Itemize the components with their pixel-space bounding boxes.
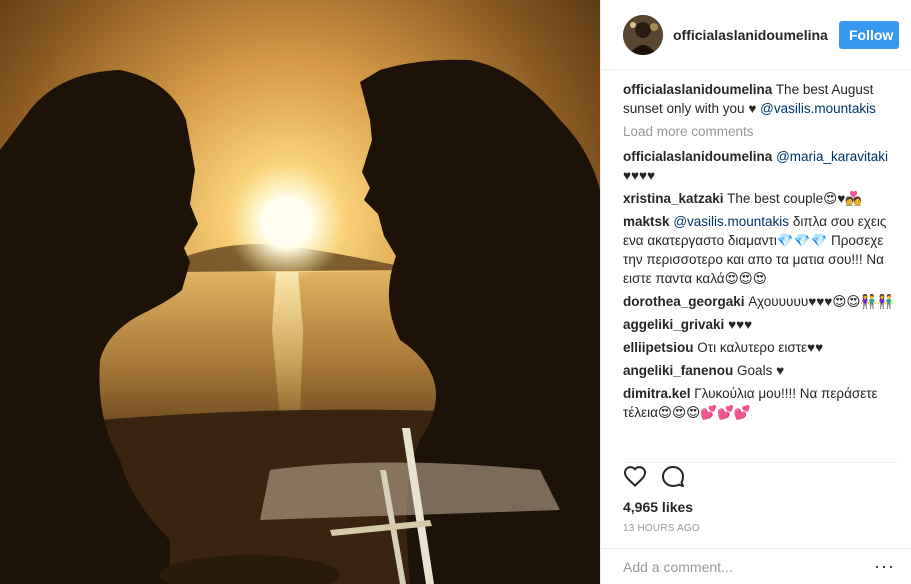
comment-mention[interactable]: @vasilis.mountakis [673,214,789,229]
post-caption: officialaslanidoumelina The best August … [623,80,899,118]
caption-username[interactable]: officialaslanidoumelina [623,82,772,97]
comment-username[interactable]: aggeliki_grivaki [623,317,724,332]
comment-text: Goals ♥ [737,363,785,378]
comment-mention[interactable]: @maria_karavitaki [776,149,888,164]
comment-text: ♥♥♥ [728,317,753,332]
comment-text: Οτι καλυτερο ειστε♥♥ [697,340,824,355]
action-icons [623,465,899,491]
comment-username[interactable]: elliipetsiou [623,340,694,355]
caption-mention[interactable]: @vasilis.mountakis [760,101,876,116]
comment-username[interactable]: angeliki_fanenou [623,363,733,378]
post-actions: 4,965 likes 13 HOURS AGO [623,462,899,534]
comments-list: officialaslanidoumelina The best August … [623,80,899,458]
speech-bubble-icon[interactable] [661,465,685,492]
post-side-panel: officialaslanidoumelina Follow officiala… [600,0,911,584]
comment-item: xristina_katzaki The best couple😍♥💑 [623,189,899,208]
comment-text: The best couple😍♥💑 [727,191,863,206]
heart-icon[interactable] [623,465,647,492]
sunset-couple-photo [0,0,600,584]
comment-item: dimitra.kel Γλυκούλια μου!!!! Να περάσετ… [623,384,899,422]
comment-item: aggeliki_grivaki ♥♥♥ [623,315,899,334]
comment-item: officialaslanidoumelina @maria_karavitak… [623,147,899,185]
speech-bubble-icon-svg [662,465,684,487]
comment-username[interactable]: dorothea_georgaki [623,294,745,309]
post-author-username[interactable]: officialaslanidoumelina [673,27,839,43]
load-more-comments-link[interactable]: Load more comments [623,122,899,141]
comment-item: maktsk @vasilis.mountakis διπλα σου εχει… [623,212,899,288]
comment-text: ♥♥♥♥ [623,168,656,183]
more-options-icon[interactable]: ··· [874,556,895,577]
comment-username[interactable]: xristina_katzaki [623,191,724,206]
post-timestamp[interactable]: 13 HOURS AGO [623,523,899,534]
follow-button[interactable]: Follow [839,20,899,49]
comment-username[interactable]: dimitra.kel [623,386,691,401]
likes-count[interactable]: 4,965 likes [623,499,899,515]
add-comment-bar: ··· [601,548,911,584]
comment-username[interactable]: officialaslanidoumelina [623,149,772,164]
post-header: officialaslanidoumelina Follow [601,0,911,70]
comment-item: angeliki_fanenou Goals ♥ [623,361,899,380]
instagram-post: officialaslanidoumelina Follow officiala… [0,0,911,584]
comment-text: Αχουυυυυ♥♥♥😍😍👫👫 [748,294,895,309]
comment-item: elliipetsiou Οτι καλυτερο ειστε♥♥ [623,338,899,357]
heart-icon-svg [623,465,647,487]
post-photo[interactable] [0,0,600,584]
avatar-image [623,14,663,55]
add-comment-input[interactable] [623,558,867,575]
comment-username[interactable]: maktsk [623,214,670,229]
comment-item: dorothea_georgaki Αχουυυυυ♥♥♥😍😍👫👫 [623,292,899,311]
avatar[interactable] [623,14,663,55]
